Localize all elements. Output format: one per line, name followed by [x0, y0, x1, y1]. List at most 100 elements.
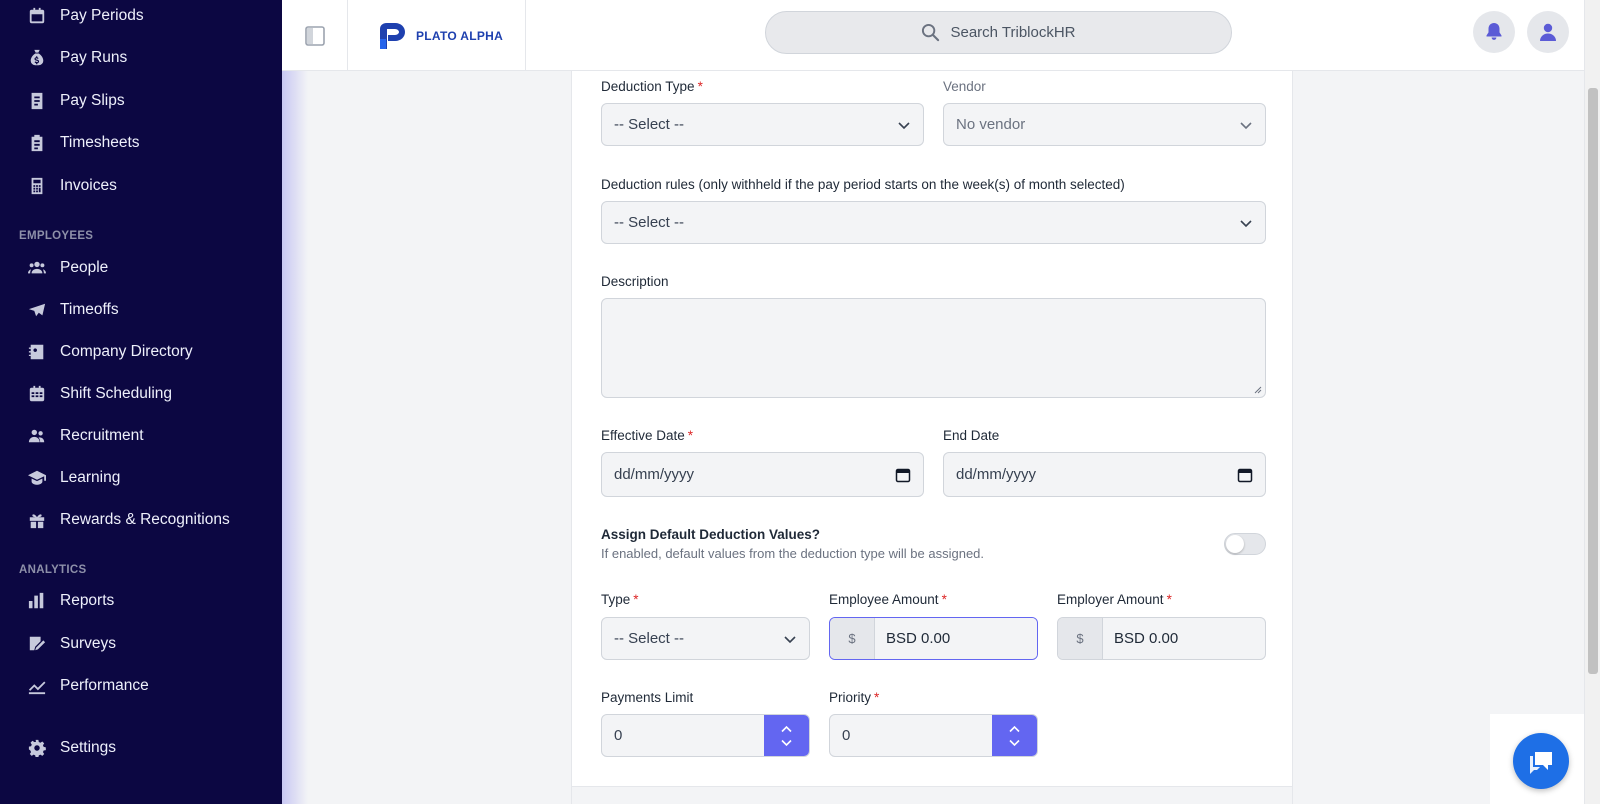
sidebar-item-label: Pay Slips — [60, 92, 125, 109]
sidebar-item-label: Invoices — [60, 177, 117, 194]
type-label: Type * — [601, 592, 639, 607]
chevron-down-icon[interactable] — [781, 739, 792, 747]
sidebar-item-label: Performance — [60, 677, 149, 694]
sidebar-item-people[interactable]: People — [28, 253, 108, 283]
deduction-type-select[interactable]: -- Select -- — [601, 103, 924, 146]
logo-text: PLATO ALPHA — [416, 28, 504, 43]
section-label-analytics: ANALYTICS — [19, 564, 87, 576]
page-scrollbar[interactable] — [1584, 0, 1600, 804]
contact-card-icon — [28, 344, 44, 360]
people-icon — [28, 261, 46, 274]
description-textarea[interactable] — [601, 298, 1266, 398]
priority-stepper[interactable]: 0 — [829, 714, 1038, 757]
employee-amount-value: BSD 0.00 — [875, 618, 1037, 659]
stepper-buttons[interactable] — [764, 715, 809, 756]
plato-logo-icon — [380, 22, 405, 49]
resize-handle-icon[interactable] — [1254, 386, 1262, 394]
payments-limit-value: 0 — [614, 727, 623, 744]
chat-button[interactable] — [1513, 733, 1569, 789]
employer-amount-value: BSD 0.00 — [1114, 630, 1179, 647]
deduction-rules-select[interactable]: -- Select -- — [601, 201, 1266, 244]
chevron-up-icon[interactable] — [781, 725, 792, 733]
calculator-icon — [31, 177, 43, 195]
sidebar-item-invoices[interactable]: Invoices — [28, 171, 117, 201]
vendor-label: Vendor — [943, 79, 986, 94]
deduction-form-card: Deduction Type * -- Select -- Vendor No v… — [571, 71, 1293, 804]
deduction-type-label: Deduction Type * — [601, 79, 703, 94]
search-icon — [922, 23, 940, 42]
sidebar-item-pay-periods[interactable]: Pay Periods — [28, 1, 144, 31]
graduation-cap-icon — [28, 470, 46, 485]
user-avatar-button[interactable] — [1527, 11, 1569, 53]
trend-line-icon — [28, 681, 46, 695]
vendor-select[interactable]: No vendor — [943, 103, 1266, 146]
employer-amount-label: Employer Amount * — [1057, 592, 1172, 607]
sidebar-toggle-button[interactable] — [282, 0, 348, 71]
assign-default-toggle[interactable] — [1224, 533, 1266, 555]
bar-chart-icon — [28, 592, 44, 609]
plane-icon — [28, 303, 46, 317]
scrollbar-thumb[interactable] — [1588, 88, 1598, 674]
calendar-icon[interactable] — [895, 467, 911, 483]
sidebar-item-timesheets[interactable]: Timesheets — [28, 128, 140, 158]
clipboard-icon — [31, 134, 43, 152]
sidebar-item-recruitment[interactable]: Recruitment — [28, 421, 144, 451]
description-label: Description — [601, 274, 669, 289]
chevron-down-icon — [1240, 219, 1252, 227]
employee-amount-input[interactable]: $ BSD 0.00 — [829, 617, 1038, 660]
employee-amount-label: Employee Amount * — [829, 592, 947, 607]
sidebar-item-surveys[interactable]: Surveys — [28, 629, 116, 659]
notifications-button[interactable] — [1473, 11, 1515, 53]
stepper-buttons[interactable] — [992, 715, 1037, 756]
type-select[interactable]: -- Select -- — [601, 617, 810, 660]
sidebar-item-learning[interactable]: Learning — [28, 463, 120, 493]
sidebar-toggle-icon — [304, 25, 325, 46]
sidebar-item-label: Pay Runs — [60, 49, 128, 66]
sidebar-item-pay-slips[interactable]: Pay Slips — [28, 86, 125, 116]
sidebar-item-label: Learning — [60, 469, 121, 486]
end-date-label: End Date — [943, 428, 1000, 443]
chevron-down-icon[interactable] — [1009, 739, 1020, 747]
assign-default-label: Assign Default Deduction Values? — [601, 527, 821, 542]
priority-value: 0 — [842, 727, 851, 744]
gift-icon — [29, 514, 45, 529]
sidebar-item-reports[interactable]: Reports — [28, 586, 114, 616]
calendar-grid-icon — [29, 385, 45, 402]
logo[interactable]: PLATO ALPHA — [348, 0, 526, 71]
effective-date-input[interactable]: dd/mm/yyyy — [601, 452, 924, 497]
sidebar-item-label: Reports — [60, 592, 115, 609]
search-input[interactable]: Search TriblockHR — [765, 11, 1232, 54]
chevron-down-icon — [784, 635, 796, 643]
sidebar-item-shift-scheduling[interactable]: Shift Scheduling — [28, 379, 172, 409]
chevron-down-icon — [898, 121, 910, 129]
currency-prefix: $ — [830, 618, 875, 659]
sidebar-item-rewards[interactable]: Rewards & Recognitions — [28, 505, 230, 535]
sidebar-shadow — [282, 0, 308, 804]
sidebar-item-label: Company Directory — [60, 343, 193, 360]
survey-icon — [29, 636, 46, 651]
sidebar-item-performance[interactable]: Performance — [28, 671, 149, 701]
chat-bubble-icon — [1530, 752, 1552, 774]
document-icon — [31, 92, 43, 110]
toggle-knob — [1226, 535, 1244, 553]
user-group-icon — [28, 429, 45, 443]
sidebar-item-settings[interactable]: Settings — [28, 733, 116, 763]
sidebar-item-pay-runs[interactable]: Pay Runs — [28, 43, 127, 73]
top-header: PLATO ALPHA Search TriblockHR — [282, 0, 1584, 71]
end-date-input[interactable]: dd/mm/yyyy — [943, 452, 1266, 497]
priority-label: Priority * — [829, 690, 880, 705]
calendar-icon[interactable] — [1237, 467, 1253, 483]
sidebar-item-timeoffs[interactable]: Timeoffs — [28, 295, 119, 325]
search-placeholder: Search TriblockHR — [950, 24, 1076, 41]
sidebar-item-label: Timesheets — [60, 134, 140, 151]
calendar-icon — [29, 7, 45, 24]
money-bag-icon — [30, 49, 44, 66]
sidebar-item-label: Shift Scheduling — [60, 385, 173, 402]
chevron-up-icon[interactable] — [1009, 725, 1020, 733]
sidebar-item-company-directory[interactable]: Company Directory — [28, 337, 193, 367]
payments-limit-stepper[interactable]: 0 — [601, 714, 810, 757]
chevron-down-icon — [1240, 121, 1252, 129]
currency-prefix: $ — [1058, 618, 1103, 659]
employer-amount-input[interactable]: $ BSD 0.00 — [1057, 617, 1266, 660]
sidebar: Pay Periods Pay Runs Pay Slips Timesheet… — [0, 0, 282, 804]
